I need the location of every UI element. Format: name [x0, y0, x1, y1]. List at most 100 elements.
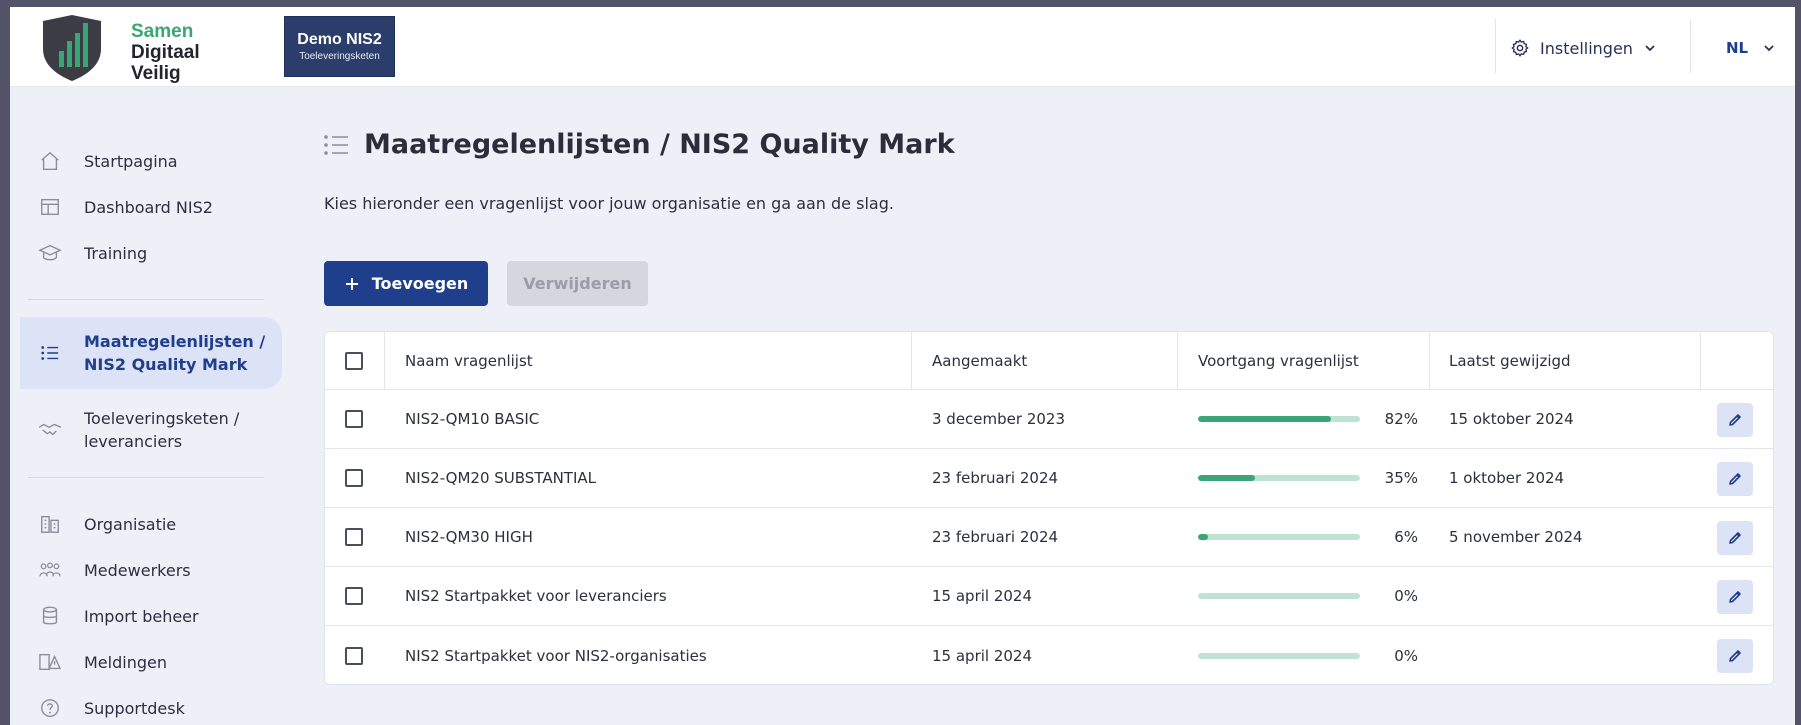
sidebar-divider — [28, 299, 264, 300]
delete-button[interactable]: Verwijderen — [507, 261, 648, 306]
sidebar-item-organisatie[interactable]: Organisatie — [26, 507, 282, 541]
header-divider — [1495, 19, 1496, 73]
row-name[interactable]: NIS2 Startpakket voor NIS2-organisaties — [405, 626, 707, 684]
sidebar-item-label: Medewerkers — [84, 560, 191, 580]
column-divider — [911, 332, 912, 390]
pencil-icon — [1729, 532, 1741, 544]
demo-badge: Demo NIS2 Toeleveringsketen — [284, 16, 395, 77]
progress-percentage: 82% — [1384, 410, 1418, 428]
pencil-icon — [1729, 650, 1741, 662]
progress-bar — [1198, 508, 1360, 566]
column-divider — [1700, 332, 1701, 390]
database-icon — [36, 604, 64, 628]
page-subtitle: Kies hieronder een vragenlijst voor jouw… — [324, 194, 894, 213]
row-name[interactable]: NIS2-QM20 SUBSTANTIAL — [405, 449, 596, 507]
sidebar-item-label: Organisatie — [84, 514, 177, 534]
help-icon — [36, 696, 64, 720]
sidebar-item-label: Dashboard NIS2 — [84, 197, 213, 217]
row-checkbox[interactable] — [345, 587, 363, 605]
edit-button[interactable] — [1717, 403, 1753, 437]
logo[interactable]: Samen Digitaal Veilig — [37, 13, 207, 87]
edit-button[interactable] — [1717, 462, 1753, 496]
list-icon — [36, 341, 64, 365]
row-modified: 1 oktober 2024 — [1449, 469, 1565, 487]
edit-button[interactable] — [1717, 639, 1753, 673]
sidebar-item-meldingen[interactable]: Meldingen — [26, 645, 282, 679]
demo-subtitle: Toeleveringsketen — [299, 51, 380, 62]
sidebar-item-label-line-1: Toeleveringsketen / — [84, 409, 240, 428]
row-created: 23 februari 2024 — [932, 469, 1059, 487]
graduation-cap-icon — [36, 241, 64, 265]
progress-bar — [1198, 390, 1360, 448]
sidebar-item-supportdesk[interactable]: Supportdesk — [26, 691, 282, 725]
sidebar-item-label: Startpagina — [84, 151, 178, 171]
language-select[interactable]: NL — [1726, 34, 1776, 62]
table-row[interactable]: NIS2-QM20 SUBSTANTIAL 23 februari 2024 3… — [325, 449, 1773, 508]
pencil-icon — [1729, 473, 1741, 485]
sidebar-item-import-beheer[interactable]: Import beheer — [26, 599, 282, 633]
logo-wordmark: Samen Digitaal Veilig — [131, 21, 200, 84]
column-header-created[interactable]: Aangemaakt — [932, 332, 1027, 389]
row-checkbox[interactable] — [345, 410, 363, 428]
people-icon — [36, 558, 64, 582]
table-row[interactable]: NIS2-QM30 HIGH 23 februari 2024 6% 5 nov… — [325, 508, 1773, 567]
table-row[interactable]: NIS2-QM10 BASIC 3 december 2023 82% 15 o… — [325, 390, 1773, 449]
column-header-modified[interactable]: Laatst gewijzigd — [1449, 332, 1571, 389]
sidebar-item-label: Training — [84, 243, 148, 263]
gear-icon — [1511, 39, 1529, 57]
chevron-down-icon — [1645, 45, 1655, 52]
sidebar: Startpagina Dashboard NIS2 Training Maat… — [10, 87, 282, 725]
list-icon — [324, 134, 348, 155]
progress-bar — [1198, 626, 1360, 684]
sidebar-divider — [28, 477, 264, 478]
row-modified: 15 oktober 2024 — [1449, 410, 1574, 428]
logo-line-3: Veilig — [131, 63, 181, 84]
sidebar-item-label: Supportdesk — [84, 698, 185, 718]
column-header-name[interactable]: Naam vragenlijst — [405, 332, 533, 389]
sidebar-item-training[interactable]: Training — [26, 236, 282, 270]
logo-line-2: Digitaal — [131, 42, 200, 63]
sidebar-item-medewerkers[interactable]: Medewerkers — [26, 553, 282, 587]
sidebar-item-startpagina[interactable]: Startpagina — [26, 144, 282, 178]
alert-icon — [36, 650, 64, 674]
column-divider — [1429, 332, 1430, 390]
select-all-checkbox[interactable] — [345, 351, 363, 370]
sidebar-item-label: Meldingen — [84, 652, 167, 672]
row-name[interactable]: NIS2-QM10 BASIC — [405, 390, 539, 448]
questionnaire-table: Naam vragenlijst Aangemaakt Voortgang vr… — [324, 331, 1774, 685]
sidebar-item-label: Maatregelenlijsten / NIS2 Quality Mark — [84, 330, 265, 376]
add-button[interactable]: Toevoegen — [324, 261, 488, 306]
logo-line-1: Samen — [131, 21, 194, 42]
row-checkbox[interactable] — [345, 469, 363, 487]
sidebar-item-label: Toeleveringsketen / leveranciers — [84, 407, 239, 453]
column-divider — [1177, 332, 1178, 390]
edit-button[interactable] — [1717, 521, 1753, 555]
sidebar-item-dashboard[interactable]: Dashboard NIS2 — [26, 190, 282, 224]
delete-button-label: Verwijderen — [523, 274, 632, 293]
settings-label: Instellingen — [1540, 38, 1633, 58]
sidebar-item-toeleveringsketen[interactable]: Toeleveringsketen / leveranciers — [26, 400, 282, 460]
progress-percentage: 6% — [1394, 528, 1418, 546]
shield-logo-icon — [43, 15, 101, 81]
column-header-progress[interactable]: Voortgang vragenlijst — [1198, 332, 1359, 389]
add-button-label: Toevoegen — [371, 274, 469, 293]
table-row[interactable]: NIS2 Startpakket voor leveranciers 15 ap… — [325, 567, 1773, 626]
row-created: 23 februari 2024 — [932, 528, 1059, 546]
header-divider — [1690, 19, 1691, 73]
row-name[interactable]: NIS2-QM30 HIGH — [405, 508, 533, 566]
progress-percentage: 35% — [1384, 469, 1418, 487]
settings-menu[interactable]: Instellingen — [1510, 34, 1657, 62]
row-created: 3 december 2023 — [932, 410, 1066, 428]
sidebar-item-maatregelenlijsten[interactable]: Maatregelenlijsten / NIS2 Quality Mark — [20, 317, 282, 389]
row-created: 15 april 2024 — [932, 587, 1033, 605]
edit-button[interactable] — [1717, 580, 1753, 614]
pencil-icon — [1729, 591, 1741, 603]
chevron-down-icon — [1764, 45, 1774, 52]
progress-percentage: 0% — [1394, 587, 1418, 605]
table-row[interactable]: NIS2 Startpakket voor NIS2-organisaties … — [325, 626, 1773, 684]
row-checkbox[interactable] — [345, 646, 363, 665]
row-created: 15 april 2024 — [932, 646, 1033, 665]
page-title: Maatregelenlijsten / NIS2 Quality Mark — [322, 129, 955, 160]
row-name[interactable]: NIS2 Startpakket voor leveranciers — [405, 567, 667, 625]
row-checkbox[interactable] — [345, 528, 363, 546]
